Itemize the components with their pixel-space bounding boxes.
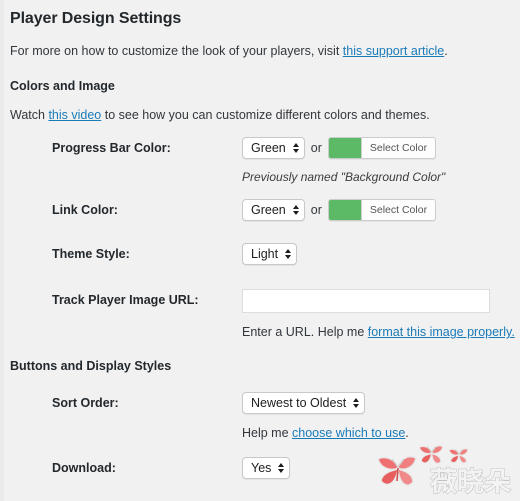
- sort-order-help-after: .: [405, 426, 409, 440]
- field-row-sort-order: Sort Order: Newest to Oldest Help me cho…: [10, 374, 520, 441]
- support-article-link[interactable]: this support article: [343, 44, 444, 58]
- download-select[interactable]: Yes: [242, 457, 291, 479]
- field-row-track-player-image-url: Track Player Image URL: Enter a URL. Hel…: [10, 265, 520, 340]
- link-select-color-label: Select Color: [369, 204, 428, 216]
- page-left-edge: [0, 0, 4, 501]
- theme-style-select[interactable]: Light: [242, 243, 298, 265]
- section-description-colors: Watch this video to see how you can cust…: [10, 94, 520, 123]
- progress-bar-select-color-label: Select Color: [369, 142, 428, 154]
- progress-bar-color-select-value: Green: [251, 141, 286, 155]
- link-color-select-value: Green: [251, 203, 286, 217]
- progress-bar-color-swatch: [328, 138, 362, 158]
- stepper-arrows-icon: [278, 463, 285, 473]
- sort-order-select[interactable]: Newest to Oldest: [242, 392, 366, 414]
- progress-bar-color-select[interactable]: Green: [242, 137, 305, 159]
- intro-text-after: .: [444, 44, 448, 58]
- control-link-color: Green or Select Color: [242, 185, 520, 221]
- colors-form-table: Progress Bar Color: Green or Select Colo…: [10, 123, 520, 340]
- control-sort-order: Newest to Oldest Help me choose which to…: [242, 374, 520, 441]
- control-progress-bar-color: Green or Select Color Previously named "…: [242, 123, 520, 185]
- label-progress-bar-color: Progress Bar Color:: [52, 141, 171, 155]
- field-row-theme-style: Theme Style: Light: [10, 221, 520, 265]
- progress-bar-or-label: or: [310, 141, 322, 155]
- field-row-link-color: Link Color: Green or Select Color: [10, 185, 520, 221]
- buttons-form-table: Sort Order: Newest to Oldest Help me cho…: [10, 374, 520, 479]
- progress-bar-color-picker-button[interactable]: Select Color: [327, 137, 437, 159]
- sort-order-help-before: Help me: [242, 426, 293, 440]
- control-theme-style: Light: [242, 221, 520, 265]
- field-row-progress-bar-color: Progress Bar Color: Green or Select Colo…: [10, 123, 520, 185]
- progress-bar-color-note: Previously named "Background Color": [242, 170, 446, 184]
- section-desc-after: to see how you can customize different c…: [101, 108, 430, 122]
- label-sort-order: Sort Order:: [52, 396, 119, 410]
- settings-content: Player Design Settings For more on how t…: [10, 0, 520, 501]
- control-download: Yes: [242, 441, 520, 479]
- sort-order-help: Help me choose which to use.: [242, 414, 520, 441]
- track-player-image-url-input[interactable]: [242, 289, 490, 313]
- link-color-or-label: or: [310, 203, 322, 217]
- stepper-arrows-icon: [285, 249, 292, 259]
- stepper-arrows-icon: [353, 398, 360, 408]
- url-help-before: Enter a URL. Help me: [242, 325, 368, 339]
- download-select-value: Yes: [251, 461, 272, 475]
- field-row-download: Download: Yes: [10, 441, 520, 479]
- label-download: Download:: [52, 461, 116, 475]
- section-heading-colors-and-image: Colors and Image: [10, 79, 115, 93]
- link-color-select[interactable]: Green: [242, 199, 305, 221]
- choose-which-to-use-link[interactable]: choose which to use: [292, 426, 405, 440]
- control-track-player-image-url: Enter a URL. Help me format this image p…: [242, 265, 520, 340]
- format-image-properly-link[interactable]: format this image properly.: [368, 325, 515, 339]
- link-color-picker-button[interactable]: Select Color: [327, 199, 437, 221]
- page-title: Player Design Settings: [10, 10, 182, 27]
- label-theme-style: Theme Style:: [52, 247, 130, 261]
- theme-style-select-value: Light: [251, 247, 279, 261]
- sort-order-select-value: Newest to Oldest: [251, 396, 347, 410]
- intro-text-before: For more on how to customize the look of…: [10, 44, 343, 58]
- track-player-image-url-help: Enter a URL. Help me format this image p…: [242, 313, 520, 340]
- stepper-arrows-icon: [292, 205, 299, 215]
- stepper-arrows-icon: [292, 143, 299, 153]
- progress-bar-color-controls: Green or Select Color: [242, 137, 520, 159]
- label-link-color: Link Color:: [52, 203, 118, 217]
- intro-paragraph: For more on how to customize the look of…: [10, 29, 520, 59]
- section-desc-before: Watch: [10, 108, 49, 122]
- label-track-player-image-url: Track Player Image URL:: [52, 293, 199, 307]
- this-video-link[interactable]: this video: [48, 108, 101, 122]
- section-heading-buttons-and-display-styles: Buttons and Display Styles: [10, 359, 172, 373]
- link-color-swatch: [328, 200, 362, 220]
- link-color-controls: Green or Select Color: [242, 199, 520, 221]
- settings-page: Player Design Settings For more on how t…: [0, 0, 520, 501]
